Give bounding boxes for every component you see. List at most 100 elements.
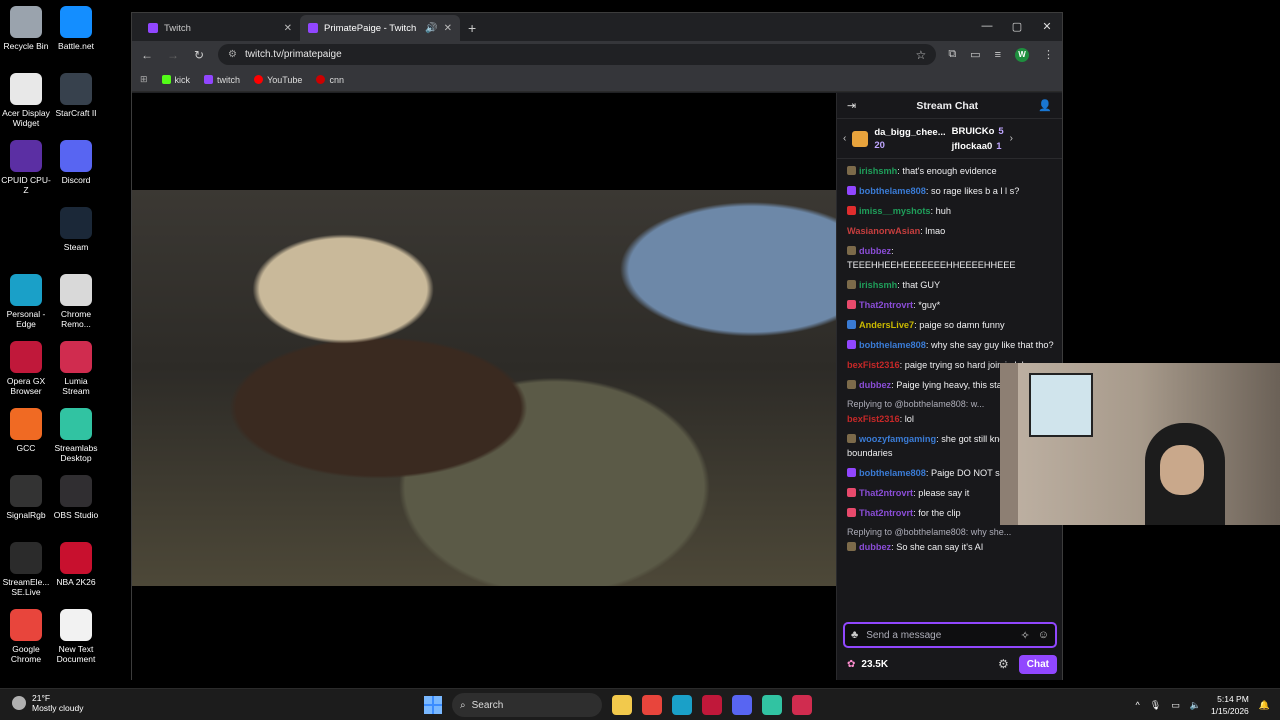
speaker-icon[interactable]: 🔊 xyxy=(425,23,437,34)
edge-taskbar-icon[interactable] xyxy=(672,695,692,715)
desktop-icon[interactable]: CPUID CPU-Z xyxy=(0,138,52,205)
desktop-icon[interactable]: GCC xyxy=(0,406,52,473)
desktop-icon[interactable]: Battle.net xyxy=(50,4,102,71)
desktop-icon[interactable]: Google Chrome xyxy=(0,607,52,674)
chat-username[interactable]: irishsmh xyxy=(859,280,897,290)
minimize-button[interactable]: — xyxy=(972,13,1002,39)
chat-badge-icon[interactable] xyxy=(847,320,856,329)
close-tab-icon[interactable]: ✕ xyxy=(284,23,292,34)
chat-input[interactable]: ♣ Send a message ✧ ☺ xyxy=(843,622,1057,648)
lumia-taskbar-icon[interactable] xyxy=(792,695,812,715)
extensions-icon[interactable]: ⧉ xyxy=(948,48,956,61)
chevron-up-icon[interactable]: ^ xyxy=(1136,700,1140,710)
chevron-left-icon[interactable]: ‹ xyxy=(843,133,846,144)
video-player[interactable] xyxy=(132,93,836,680)
bookmark-youtube[interactable]: YouTube xyxy=(254,75,302,85)
chat-username[interactable]: bexFist2316 xyxy=(847,414,900,424)
chat-badge-icon[interactable] xyxy=(847,280,856,289)
chat-username[interactable]: bobthelame808 xyxy=(859,468,926,478)
community-icon[interactable]: 👤 xyxy=(1038,99,1052,112)
desktop-icon[interactable]: New Text Document xyxy=(50,607,102,674)
apps-grid-icon[interactable]: ⊞ xyxy=(140,74,148,85)
chrome-taskbar-icon[interactable] xyxy=(642,695,662,715)
chat-badge-icon[interactable] xyxy=(847,166,856,175)
close-window-button[interactable]: ✕ xyxy=(1032,13,1062,39)
reload-button[interactable]: ↻ xyxy=(192,48,206,62)
taskbar-search[interactable]: ⌕ Search xyxy=(452,693,602,717)
chat-username[interactable]: WasianorwAsian xyxy=(847,226,920,236)
chat-username[interactable]: That2ntrovrt xyxy=(859,488,913,498)
chat-badge-icon[interactable] xyxy=(847,508,856,517)
chat-settings-icon[interactable]: ⚙ xyxy=(998,657,1009,671)
desktop-icon[interactable]: SignalRgb xyxy=(0,473,52,540)
desktop-icon[interactable]: Acer Display Widget xyxy=(0,71,52,138)
bookmark-cnn[interactable]: cnn xyxy=(316,75,344,85)
mic-icon[interactable]: 🎙 xyxy=(1150,700,1161,711)
chat-badge-icon[interactable] xyxy=(847,488,856,497)
back-button[interactable]: ← xyxy=(140,48,154,62)
desktop-icon[interactable]: Lumia Stream xyxy=(50,339,102,406)
tab-twitch[interactable]: Twitch ✕ xyxy=(140,15,300,41)
desktop-icon[interactable]: StarCraft II xyxy=(50,71,102,138)
chat-badge-icon[interactable] xyxy=(847,434,856,443)
address-bar[interactable]: ⚙ twitch.tv/primatepaige ☆ xyxy=(218,44,937,65)
desktop-icon[interactable]: Personal - Edge xyxy=(0,272,52,339)
streamlabs-taskbar-icon[interactable] xyxy=(762,695,782,715)
chat-username[interactable]: imiss__myshots xyxy=(859,206,931,216)
bits-icon[interactable]: ✧ xyxy=(1021,629,1030,642)
chat-username[interactable]: bexFist2316 xyxy=(847,360,900,370)
desktop-icon[interactable]: Streamlabs Desktop xyxy=(50,406,102,473)
desktop-icon[interactable]: Discord xyxy=(50,138,102,205)
chat-username[interactable]: dubbez xyxy=(859,542,891,552)
chat-username[interactable]: dubbez xyxy=(859,380,891,390)
emote-picker-icon[interactable]: ☺ xyxy=(1038,629,1049,641)
leaderboard-top[interactable]: da_bigg_chee... 20 xyxy=(874,127,945,151)
new-tab-button[interactable]: + xyxy=(468,20,476,36)
bookmark-kick[interactable]: kick xyxy=(161,75,190,85)
network-icon[interactable]: ▭ xyxy=(1171,700,1180,711)
start-button[interactable] xyxy=(424,696,442,714)
chat-badge-icon[interactable] xyxy=(847,380,856,389)
tab-primatepaige[interactable]: PrimatePaige - Twitch 🔊 ✕ xyxy=(300,15,460,41)
chat-badge-icon[interactable] xyxy=(847,206,856,215)
desktop-icon[interactable]: Opera GX Browser xyxy=(0,339,52,406)
desktop-icon[interactable]: Chrome Remo... xyxy=(50,272,102,339)
desktop-icon[interactable]: NBA 2K26 xyxy=(50,540,102,607)
chat-input-placeholder[interactable]: Send a message xyxy=(866,630,1012,641)
file-explorer-icon[interactable] xyxy=(612,695,632,715)
leaderboard-right[interactable]: BRUICKo 5 jflockaa0 1 xyxy=(952,126,1004,152)
bookmark-twitch[interactable]: twitch xyxy=(204,75,240,85)
channel-points[interactable]: ✿ 23.5K xyxy=(847,659,888,670)
profile-avatar[interactable]: W xyxy=(1015,47,1029,62)
site-info-icon[interactable]: ⚙ xyxy=(228,49,237,60)
url-text[interactable]: twitch.tv/primatepaige xyxy=(245,49,908,60)
chat-username[interactable]: dubbez xyxy=(859,246,891,256)
reply-hint[interactable]: Replying to @bobthelame808: why she... xyxy=(847,526,1055,538)
desktop-icon[interactable]: Steam xyxy=(50,205,102,272)
notification-icon[interactable]: 🔔 xyxy=(1259,700,1270,711)
volume-icon[interactable]: 🔈 xyxy=(1190,700,1201,711)
video-frame[interactable] xyxy=(132,190,836,586)
cast-icon[interactable]: ▭ xyxy=(970,48,980,61)
chat-send-button[interactable]: Chat xyxy=(1018,654,1057,674)
chat-badge-icon[interactable] xyxy=(847,340,856,349)
chat-username[interactable]: bobthelame808 xyxy=(859,340,926,350)
opera-taskbar-icon[interactable] xyxy=(702,695,722,715)
chat-username[interactable]: irishsmh xyxy=(859,166,897,176)
forward-button[interactable]: → xyxy=(166,48,180,62)
bookmark-star-icon[interactable]: ☆ xyxy=(916,48,927,62)
menu-icon[interactable]: ⋮ xyxy=(1043,48,1054,61)
chat-badge-icon[interactable] xyxy=(847,542,856,551)
chat-username[interactable]: That2ntrovrt xyxy=(859,300,913,310)
chat-badge-icon[interactable] xyxy=(847,468,856,477)
chevron-right-icon[interactable]: › xyxy=(1010,133,1013,144)
chat-username[interactable]: AndersLive7 xyxy=(859,320,914,330)
media-control-icon[interactable]: ≡ xyxy=(995,49,1001,61)
desktop-icon[interactable]: Recycle Bin xyxy=(0,4,52,71)
collapse-chat-icon[interactable]: ⇥ xyxy=(847,99,856,112)
chat-badge-icon[interactable] xyxy=(847,186,856,195)
weather-widget[interactable]: 21°F Mostly cloudy xyxy=(12,693,84,713)
maximize-button[interactable]: ▢ xyxy=(1002,13,1032,39)
discord-taskbar-icon[interactable] xyxy=(732,695,752,715)
badge-icon[interactable]: ♣ xyxy=(851,629,858,641)
